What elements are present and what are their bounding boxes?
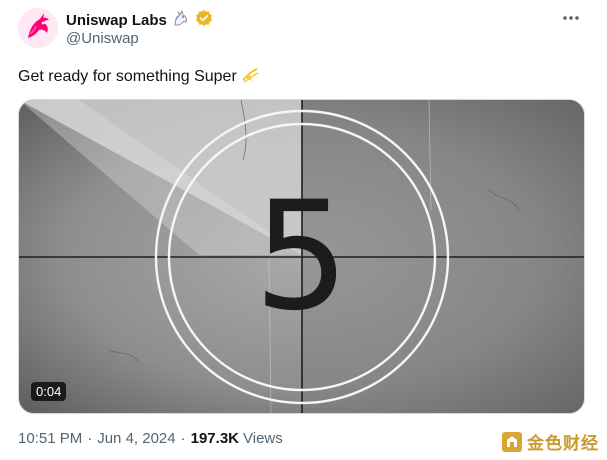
watermark: 金色财经	[501, 429, 599, 454]
dizzy-star-icon	[241, 64, 261, 89]
video-duration-badge: 0:04	[31, 382, 67, 401]
meta-separator: ·	[180, 430, 186, 447]
tweet-meta: 10:51 PM · Jun 4, 2024 · 197.3K Views	[18, 430, 283, 447]
author-name-row: Uniswap Labs	[66, 9, 213, 31]
author-handle[interactable]: @Uniswap	[66, 30, 139, 47]
views-count: 197.3K	[190, 430, 239, 447]
tweet-date[interactable]: Jun 4, 2024	[97, 430, 175, 447]
uniswap-unicorn-logo	[18, 8, 58, 48]
avatar[interactable]	[18, 8, 58, 48]
video-player[interactable]: 5 0:04	[18, 99, 585, 414]
author-name[interactable]: Uniswap Labs	[66, 12, 167, 29]
verified-badge-icon[interactable]	[195, 9, 213, 31]
tweet-time[interactable]: 10:51 PM	[18, 430, 82, 447]
views-label: Views	[243, 430, 283, 447]
more-options-icon[interactable]	[561, 8, 581, 28]
jinse-logo-icon	[502, 431, 522, 452]
tweet-text: Get ready for something Super	[18, 67, 237, 85]
unicorn-icon	[172, 9, 190, 31]
meta-separator: ·	[87, 430, 93, 447]
tweet-card: Uniswap Labs @Uniswap Get ready for some…	[0, 0, 607, 460]
countdown-number: 5	[253, 169, 350, 344]
tweet-text-row: Get ready for something Super	[18, 64, 261, 89]
watermark-text: 金色财经	[527, 434, 599, 454]
